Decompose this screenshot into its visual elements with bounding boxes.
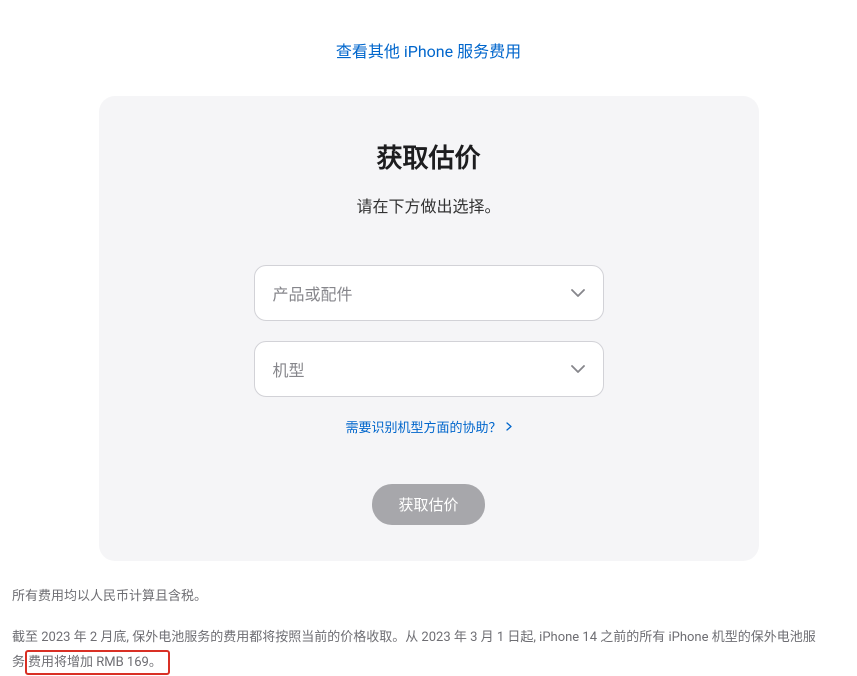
select-label: 机型 [273, 357, 305, 381]
product-accessory-select[interactable]: 产品或配件 [254, 265, 604, 321]
other-service-fees-link[interactable]: 查看其他 iPhone 服务费用 [336, 42, 521, 61]
select-label: 产品或配件 [273, 281, 353, 305]
help-link-text: 需要识别机型方面的协助？ [345, 417, 501, 436]
estimate-card: 获取估价 请在下方做出选择。 产品或配件 机型 需要识别机型方面的协助？ 获取估… [99, 96, 759, 561]
chevron-right-icon [506, 422, 512, 431]
footer-note-tax: 所有费用均以人民币计算且含税。 [0, 585, 857, 608]
chevron-down-icon [571, 365, 585, 373]
card-subtitle: 请在下方做出选择。 [149, 193, 709, 217]
chevron-down-icon [571, 289, 585, 297]
footer-note-price-change: 截至 2023 年 2 月底, 保外电池服务的费用都将按照当前的价格收取。从 2… [0, 626, 857, 675]
get-estimate-button[interactable]: 获取估价 [372, 484, 484, 525]
model-select[interactable]: 机型 [254, 341, 604, 397]
footer-text-part-a: 截至 2023 年 2 月底, 保外电池服务的费用都将按照当前的价格收取。从 2… [12, 630, 816, 645]
card-title: 获取估价 [149, 138, 709, 175]
identify-model-help-link[interactable]: 需要识别机型方面的协助？ [345, 417, 511, 436]
